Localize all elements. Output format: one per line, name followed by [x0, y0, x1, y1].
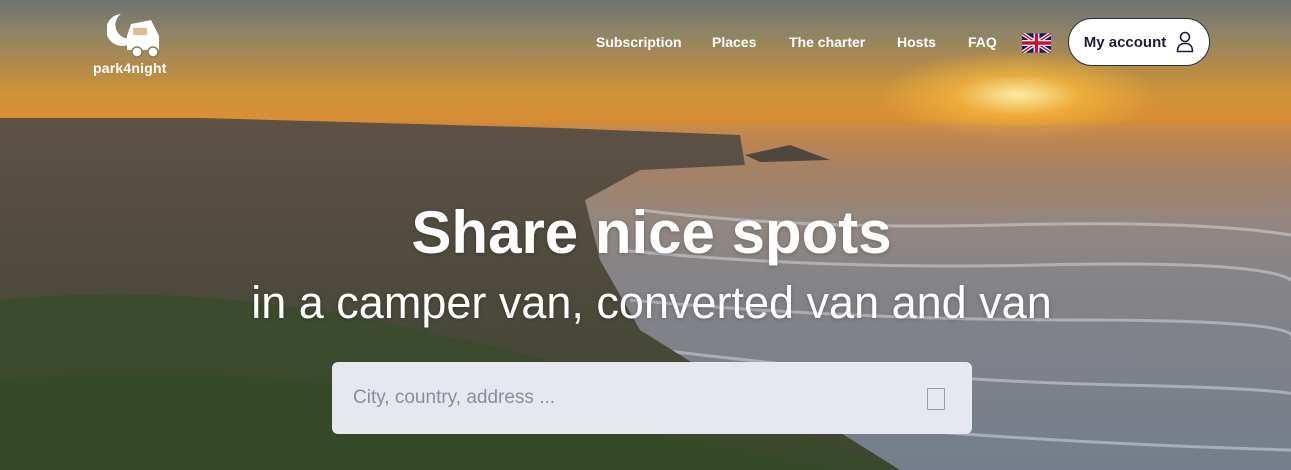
hero-subline: in a camper van, converted van and van: [251, 277, 1052, 328]
park4night-logo[interactable]: park4night: [93, 10, 177, 80]
search-input[interactable]: [332, 362, 902, 434]
location-search-box: [332, 362, 972, 434]
top-navigation-bar: park4night Subscription Places The chart…: [0, 0, 1291, 90]
nav-item-hosts[interactable]: Hosts: [897, 34, 936, 50]
hero-section: park4night Subscription Places The chart…: [0, 0, 1291, 470]
hero-headline: Share nice spots: [411, 199, 892, 266]
my-account-label: My account: [1083, 33, 1167, 51]
nav-item-faq[interactable]: FAQ: [968, 34, 997, 50]
my-account-button[interactable]: My account: [1068, 18, 1210, 66]
user-icon: [1176, 31, 1194, 53]
nav-item-the-charter[interactable]: The charter: [789, 34, 865, 50]
nav-item-subscription[interactable]: Subscription: [596, 34, 682, 50]
nav-item-places[interactable]: Places: [712, 34, 756, 50]
search-submit-icon[interactable]: [927, 388, 945, 410]
logo-wordmark: park4night: [93, 60, 167, 76]
uk-flag-icon[interactable]: [1022, 33, 1051, 53]
camper-moon-logo-icon: [107, 14, 159, 58]
